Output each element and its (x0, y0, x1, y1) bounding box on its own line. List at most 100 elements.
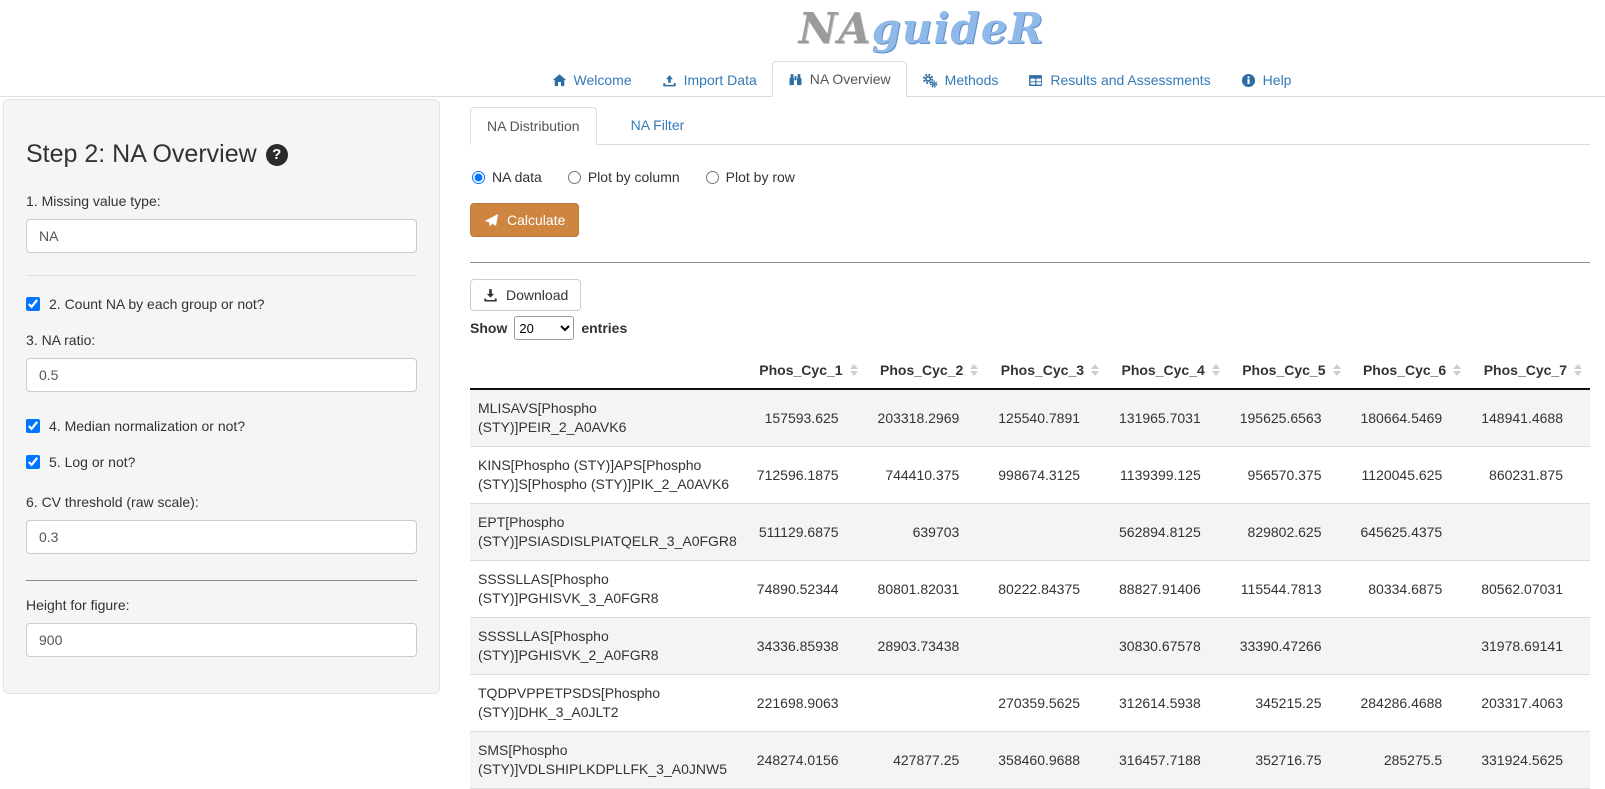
sort-icon[interactable] (970, 364, 978, 376)
count-na-checkbox-row[interactable]: 2. Count NA by each group or not? (26, 296, 417, 312)
radio-input[interactable] (706, 171, 719, 184)
app-logo: NAguideR (799, 0, 1045, 58)
nav-tab-methods[interactable]: Methods (907, 63, 1014, 97)
value-cell: 30830.67578 (1107, 618, 1228, 675)
count-na-checkbox[interactable] (26, 297, 40, 311)
value-cell: 180664.5469 (1349, 389, 1470, 447)
figure-height-input[interactable] (26, 623, 417, 657)
na-ratio-label: 3. NA ratio: (26, 332, 417, 348)
value-cell: 284286.4688 (1349, 675, 1470, 732)
question-circle-icon[interactable]: ? (266, 144, 288, 166)
value-cell: 1139399.125 (1107, 447, 1228, 504)
count-na-label: 2. Count NA by each group or not? (49, 296, 265, 312)
sort-icon[interactable] (1333, 364, 1341, 376)
value-cell: 33390.47266 (1228, 618, 1349, 675)
calculate-button[interactable]: Calculate (470, 203, 579, 237)
median-norm-label: 4. Median normalization or not? (49, 418, 245, 434)
column-header-phos_cyc_4[interactable]: Phos_Cyc_4 (1107, 354, 1228, 389)
nav-tab-results-and-assessments[interactable]: Results and Assessments (1013, 63, 1225, 97)
value-cell: 131965.7031 (1107, 389, 1228, 447)
column-header-phos_cyc_1[interactable]: Phos_Cyc_1 (745, 354, 866, 389)
binoculars-icon (788, 72, 803, 87)
row-name-cell: TQDPVPPETPSDS[Phospho (STY)]DHK_3_A0JLT2 (470, 675, 745, 732)
app-header: NAguideR (0, 0, 1605, 60)
value-cell: 88827.91406 (1107, 561, 1228, 618)
table-row: KINS[Phospho (STY)]APS[Phospho (STY)]S[P… (470, 447, 1590, 504)
nav-tab-label: Methods (945, 72, 999, 88)
table-length-control: Show 20 entries (470, 316, 1590, 340)
value-cell: 203318.2969 (866, 389, 987, 447)
value-cell: 285275.5 (1349, 732, 1470, 789)
column-header-phos_cyc_5[interactable]: Phos_Cyc_5 (1228, 354, 1349, 389)
step-title: Step 2: NA Overview ? (26, 140, 417, 169)
missing-value-input[interactable] (26, 219, 417, 253)
value-cell: 998674.3125 (986, 447, 1107, 504)
info-circle-icon (1241, 73, 1256, 88)
table-body: MLISAVS[Phospho (STY)]PEIR_2_A0AVK615759… (470, 389, 1590, 789)
value-cell: 427877.25 (866, 732, 987, 789)
row-name-cell: SSSSLLAS[Phospho (STY)]PGHISVK_2_A0FGR8 (470, 618, 745, 675)
radio-plot-by-column[interactable]: Plot by column (568, 169, 680, 185)
nav-tab-label: Results and Assessments (1050, 72, 1210, 88)
nav-tab-help[interactable]: Help (1226, 63, 1307, 97)
sort-icon[interactable] (1212, 364, 1220, 376)
column-header-phos_cyc_7[interactable]: Phos_Cyc_7 (1469, 354, 1590, 389)
sort-icon[interactable] (1574, 364, 1582, 376)
value-cell: 316457.7188 (1107, 732, 1228, 789)
column-header-phos_cyc_2[interactable]: Phos_Cyc_2 (866, 354, 987, 389)
value-cell: 28903.73438 (866, 618, 987, 675)
column-header-label: Phos_Cyc_4 (1121, 362, 1204, 378)
value-cell: 80801.82031 (866, 561, 987, 618)
value-cell: 562894.8125 (1107, 504, 1228, 561)
value-cell: 115544.7813 (1228, 561, 1349, 618)
column-header-phos_cyc_3[interactable]: Phos_Cyc_3 (986, 354, 1107, 389)
subtab-na-distribution[interactable]: NA Distribution (470, 107, 597, 145)
median-norm-checkbox[interactable] (26, 419, 40, 433)
table-row: TQDPVPPETPSDS[Phospho (STY)]DHK_3_A0JLT2… (470, 675, 1590, 732)
cv-threshold-label: 6. CV threshold (raw scale): (26, 494, 417, 510)
nav-tab-label: Welcome (574, 72, 632, 88)
download-button[interactable]: Download (470, 279, 581, 311)
show-label: Show (470, 320, 507, 336)
upload-icon (662, 73, 677, 88)
radio-na-data[interactable]: NA data (472, 169, 542, 185)
row-name-cell: KINS[Phospho (STY)]APS[Phospho (STY)]S[P… (470, 447, 745, 504)
median-norm-checkbox-row[interactable]: 4. Median normalization or not? (26, 418, 417, 434)
value-cell: 511129.6875 (745, 504, 866, 561)
column-header-label: Phos_Cyc_5 (1242, 362, 1325, 378)
log-label: 5. Log or not? (49, 454, 135, 470)
value-cell (1469, 504, 1590, 561)
sort-icon[interactable] (1091, 364, 1099, 376)
na-ratio-input[interactable] (26, 358, 417, 392)
nav-tab-na-overview[interactable]: NA Overview (772, 61, 907, 97)
log-checkbox[interactable] (26, 455, 40, 469)
radio-plot-by-row[interactable]: Plot by row (706, 169, 795, 185)
value-cell: 860231.875 (1469, 447, 1590, 504)
row-name-cell: EPT[Phospho (STY)]PSIASDISLPIATQELR_3_A0… (470, 504, 745, 561)
radio-label: Plot by row (726, 169, 795, 185)
value-cell (986, 504, 1107, 561)
radio-input[interactable] (472, 171, 485, 184)
page-length-select[interactable]: 20 (514, 316, 574, 340)
value-cell: 744410.375 (866, 447, 987, 504)
value-cell: 80562.07031 (1469, 561, 1590, 618)
logo-part-guider: guideR (872, 4, 1045, 53)
radio-input[interactable] (568, 171, 581, 184)
column-header-rownames[interactable] (470, 354, 745, 389)
sidebar-divider-top (26, 275, 417, 276)
sort-icon[interactable] (1453, 364, 1461, 376)
value-cell: 34336.85938 (745, 618, 866, 675)
value-cell: 80334.6875 (1349, 561, 1470, 618)
subtab-na-filter[interactable]: NA Filter (615, 107, 701, 145)
table-row: MLISAVS[Phospho (STY)]PEIR_2_A0AVK615759… (470, 389, 1590, 447)
value-cell: 157593.625 (745, 389, 866, 447)
download-icon (483, 288, 498, 303)
log-checkbox-row[interactable]: 5. Log or not? (26, 454, 417, 470)
sort-icon[interactable] (850, 364, 858, 376)
nav-tab-welcome[interactable]: Welcome (537, 63, 647, 97)
value-cell: 195625.6563 (1228, 389, 1349, 447)
column-header-phos_cyc_6[interactable]: Phos_Cyc_6 (1349, 354, 1470, 389)
nav-tab-import-data[interactable]: Import Data (647, 63, 772, 97)
column-header-label: Phos_Cyc_2 (880, 362, 963, 378)
cv-threshold-input[interactable] (26, 520, 417, 554)
